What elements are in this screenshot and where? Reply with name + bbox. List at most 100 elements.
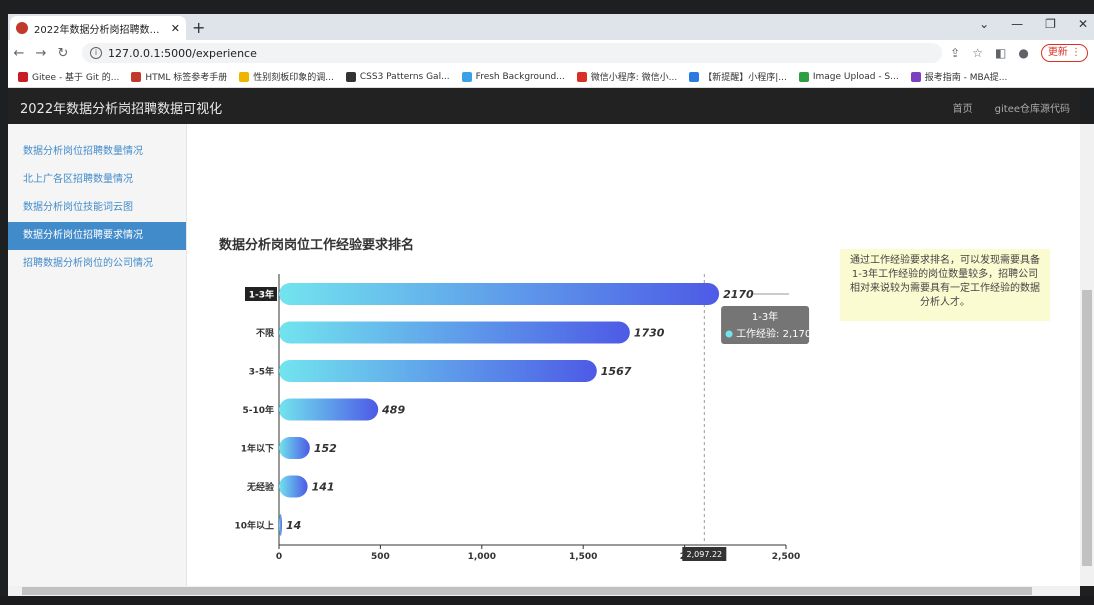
side-panel-icon[interactable]: ◧ — [995, 46, 1006, 60]
data-label: 1567 — [601, 365, 632, 378]
site-info-icon[interactable]: i — [90, 47, 102, 59]
category-label: 1-3年 — [249, 289, 274, 301]
x-tick-label: 0 — [276, 552, 282, 562]
bookmark-favicon-icon — [798, 71, 809, 82]
bookmark-label: HTML 标签参考手册 — [145, 73, 228, 83]
update-label: 更新 — [1047, 47, 1068, 58]
scrollbar-thumb[interactable] — [1082, 290, 1092, 566]
bar[interactable] — [279, 398, 379, 421]
experience-bar-chart[interactable]: 05001,0001,5002,2,5001-3年2170不限17303-5年1… — [187, 124, 1080, 586]
chart-title: 数据分析岗岗位工作经验要求排名 — [219, 238, 415, 253]
data-label: 1730 — [634, 327, 665, 340]
axis-pointer-label: 2,097.22 — [687, 550, 723, 559]
category-label: 1年以下 — [241, 443, 274, 455]
bookmark-label: 性别刻板印象的调... — [253, 73, 334, 83]
bar[interactable] — [279, 475, 308, 498]
data-label: 2170 — [723, 288, 754, 301]
data-label: 152 — [314, 442, 337, 455]
x-tick-label: 1,500 — [569, 552, 597, 562]
category-label: 10年以上 — [234, 520, 274, 532]
tooltip-dot — [725, 330, 733, 338]
bookmark-favicon-icon — [461, 71, 472, 82]
bookmark-item[interactable]: Gitee - 基于 Git 的... — [18, 70, 119, 83]
bookmark-label: Fresh Background... — [475, 71, 565, 82]
restore-icon[interactable]: ❐ — [1045, 17, 1056, 31]
bookmark-item[interactable]: 【新提醒】小程序|... — [689, 70, 787, 83]
sidebar-item-requirements[interactable]: 数据分析岗位招聘要求情况 — [8, 222, 186, 250]
tooltip-label: 工作经验: 2,170 — [736, 327, 811, 340]
vertical-scrollbar[interactable] — [1080, 124, 1094, 586]
bar[interactable] — [279, 360, 597, 382]
sidebar-item-skill-wordcloud[interactable]: 数据分析岗位技能词云图 — [8, 194, 186, 222]
x-tick-label: 2,500 — [772, 552, 800, 562]
site-brand[interactable]: 2022年数据分析岗招聘数据可视化 — [20, 98, 222, 117]
bookmark-label: CSS3 Patterns Gal... — [359, 71, 450, 82]
bookmark-favicon-icon — [910, 71, 921, 82]
window-controls: ⌄ — ❐ ✕ — [979, 17, 1088, 31]
bookmark-label: 报考指南 - MBA提... — [924, 73, 1008, 83]
nav-link-gitee[interactable]: gitee仓库源代码 — [995, 100, 1070, 115]
share-icon[interactable]: ⇪ — [950, 46, 960, 60]
sidebar: 数据分析岗位招聘数量情况 北上广各区招聘数量情况 数据分析岗位技能词云图 数据分… — [8, 124, 187, 586]
data-label: 141 — [312, 481, 335, 494]
forward-icon[interactable]: → — [30, 46, 52, 61]
tab-title: 2022年数据分析岗招聘数据可视 — [34, 24, 167, 36]
tab-search-icon[interactable]: ⌄ — [979, 17, 989, 31]
bookmarks-bar: Gitee - 基于 Git 的... HTML 标签参考手册 性别刻板印象的调..… — [8, 66, 1094, 88]
update-button[interactable]: 更新 ⋮ — [1040, 44, 1088, 62]
new-tab-icon[interactable]: + — [192, 18, 205, 37]
main-content: 05001,0001,5002,2,5001-3年2170不限17303-5年1… — [187, 124, 1080, 586]
analysis-note: 通过工作经验要求排名，可以发现需要具备1-3年工作经验的岗位数量较多，招聘公司相… — [840, 249, 1050, 321]
bookmark-item[interactable]: 报考指南 - MBA提... — [910, 70, 1008, 83]
browser-tab[interactable]: 2022年数据分析岗招聘数据可视 ✕ — [10, 16, 186, 40]
close-tab-icon[interactable]: ✕ — [171, 22, 180, 35]
bookmark-item[interactable]: Fresh Background... — [461, 71, 565, 82]
close-window-icon[interactable]: ✕ — [1078, 17, 1088, 31]
bar[interactable] — [279, 321, 630, 344]
scrollbar-thumb[interactable] — [22, 587, 1032, 595]
reload-icon[interactable]: ↻ — [52, 46, 74, 61]
bar[interactable] — [279, 283, 720, 305]
data-label: 489 — [381, 404, 405, 417]
category-label: 5-10年 — [242, 404, 274, 416]
back-icon[interactable]: ← — [8, 46, 30, 61]
bookmark-label: 【新提醒】小程序|... — [703, 73, 787, 83]
bookmark-item[interactable]: 微信小程序: 微信小... — [576, 70, 678, 83]
bookmark-favicon-icon — [131, 71, 142, 82]
bookmark-item[interactable]: Image Upload - S... — [798, 71, 899, 82]
bookmark-item[interactable]: HTML 标签参考手册 — [131, 70, 227, 83]
x-tick-label: 1,000 — [468, 552, 496, 562]
bookmark-label: 微信小程序: 微信小... — [590, 73, 678, 83]
x-tick-label: 500 — [371, 552, 390, 562]
category-label: 无经验 — [246, 481, 275, 493]
top-navbar: 2022年数据分析岗招聘数据可视化 首页 gitee仓库源代码 — [8, 88, 1080, 124]
sidebar-item-job-count[interactable]: 数据分析岗位招聘数量情况 — [8, 138, 186, 166]
bar[interactable] — [279, 437, 310, 459]
bookmark-favicon-icon — [18, 71, 28, 82]
bookmark-item[interactable]: CSS3 Patterns Gal... — [345, 71, 450, 82]
bookmark-item[interactable]: 性别刻板印象的调... — [239, 70, 334, 83]
sidebar-item-district-count[interactable]: 北上广各区招聘数量情况 — [8, 166, 186, 194]
bookmark-favicon-icon — [239, 71, 250, 82]
category-label: 不限 — [256, 328, 275, 339]
url-input[interactable]: i 127.0.0.1:5000/experience — [82, 43, 942, 63]
bookmark-favicon-icon — [689, 71, 700, 82]
bookmark-favicon-icon — [576, 71, 587, 82]
url-text: 127.0.0.1:5000/experience — [108, 46, 257, 60]
sidebar-item-companies[interactable]: 招聘数据分析岗位的公司情况 — [8, 250, 186, 278]
minimize-icon[interactable]: — — [1011, 17, 1023, 31]
bar[interactable] — [279, 514, 282, 536]
bookmark-star-icon[interactable]: ☆ — [972, 46, 983, 60]
bookmark-label: Gitee - 基于 Git 的... — [32, 73, 120, 83]
address-bar: ← → ↻ i 127.0.0.1:5000/experience ⇪ ☆ ◧ … — [8, 40, 1094, 66]
os-taskbar — [0, 596, 1094, 605]
tooltip-title: 1-3年 — [752, 310, 778, 323]
category-label: 3-5年 — [249, 366, 274, 378]
horizontal-scrollbar[interactable] — [8, 586, 1080, 596]
profile-icon[interactable]: ● — [1018, 46, 1028, 60]
bookmark-label: Image Upload - S... — [812, 71, 899, 82]
bookmark-favicon-icon — [345, 71, 356, 82]
site-favicon-icon — [16, 22, 28, 34]
data-label: 14 — [286, 519, 301, 532]
nav-link-home[interactable]: 首页 — [953, 100, 973, 115]
